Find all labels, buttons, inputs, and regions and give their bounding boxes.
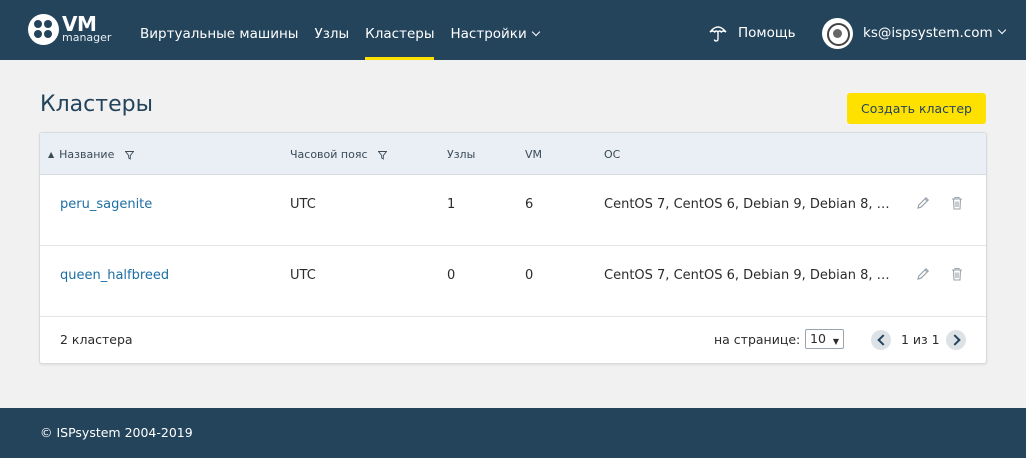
page-title: Кластеры — [40, 92, 153, 117]
column-name[interactable]: ▲ Название — [48, 148, 134, 161]
per-page-select[interactable]: 10 ▼ — [805, 329, 844, 349]
cluster-timezone: UTC — [290, 268, 316, 283]
filter-icon[interactable] — [378, 150, 388, 160]
logo-subtitle: manager — [62, 31, 112, 44]
column-timezone-label: Часовой пояс — [290, 148, 368, 161]
trash-icon[interactable] — [949, 195, 965, 211]
main-nav: Виртуальные машины Узлы Кластеры Настрой… — [140, 0, 555, 60]
nav-settings[interactable]: Настройки — [450, 0, 540, 60]
caret-down-icon: ▼ — [832, 337, 839, 346]
cluster-name-link[interactable]: peru_sagenite — [60, 197, 152, 212]
column-timezone[interactable]: Часовой пояс — [290, 148, 388, 161]
user-menu[interactable]: ks@ispsystem.com — [822, 17, 1006, 49]
umbrella-icon — [709, 26, 727, 42]
edit-icon[interactable] — [915, 195, 931, 211]
cluster-nodes: 1 — [447, 197, 456, 212]
help-link[interactable]: Помощь — [708, 22, 796, 44]
nav-clusters[interactable]: Кластеры — [365, 0, 435, 60]
per-page-label: на странице: — [714, 332, 801, 347]
table-footer: 2 кластера на странице: 10 ▼ 1 из 1 — [40, 317, 986, 363]
pagination-status: 1 из 1 — [901, 332, 940, 347]
create-cluster-button[interactable]: Создать кластер — [847, 93, 986, 124]
items-count: 2 кластера — [60, 332, 133, 347]
clusters-table: ▲ Название Часовой пояс Узлы VM ОС peru_s… — [39, 132, 987, 364]
cluster-vm: 6 — [525, 197, 534, 212]
logo-icon — [28, 14, 59, 45]
cluster-name-link[interactable]: queen_halfbreed — [60, 268, 169, 283]
per-page-value: 10 — [810, 331, 826, 346]
table-row[interactable]: peru_sagenite UTC 1 6 CentOS 7, CentOS 6… — [40, 175, 986, 246]
trash-icon[interactable] — [949, 266, 965, 282]
nav-settings-label: Настройки — [450, 26, 527, 42]
help-label: Помощь — [738, 25, 796, 41]
page-footer: © ISPsystem 2004-2019 — [0, 408, 1026, 458]
chevron-down-icon — [531, 27, 540, 37]
top-header: VM manager Виртуальные машины Узлы Класт… — [0, 0, 1026, 60]
user-email: ks@ispsystem.com — [863, 25, 993, 41]
cluster-timezone: UTC — [290, 197, 316, 212]
prev-page-button[interactable] — [871, 330, 891, 350]
column-vm[interactable]: VM — [525, 148, 542, 161]
vmmanager-logo[interactable]: VM manager — [28, 12, 118, 48]
table-header: ▲ Название Часовой пояс Узлы VM ОС — [40, 133, 986, 175]
table-row[interactable]: queen_halfbreed UTC 0 0 CentOS 7, CentOS… — [40, 246, 986, 317]
chevron-down-icon — [997, 25, 1006, 35]
sort-asc-icon: ▲ — [48, 150, 55, 159]
cluster-os: CentOS 7, CentOS 6, Debian 9, Debian 8, … — [604, 197, 894, 212]
edit-icon[interactable] — [915, 266, 931, 282]
filter-icon[interactable] — [124, 150, 134, 160]
nav-virtual-machines[interactable]: Виртуальные машины — [140, 0, 298, 60]
cluster-nodes: 0 — [447, 268, 456, 283]
column-nodes[interactable]: Узлы — [447, 148, 475, 161]
avatar — [822, 17, 853, 49]
cluster-os: CentOS 7, CentOS 6, Debian 9, Debian 8, … — [604, 268, 894, 283]
column-name-label: Название — [59, 148, 115, 161]
nav-nodes[interactable]: Узлы — [314, 0, 349, 60]
cluster-vm: 0 — [525, 268, 534, 283]
column-os[interactable]: ОС — [604, 148, 620, 161]
copyright: © ISPsystem 2004-2019 — [40, 425, 193, 440]
next-page-button[interactable] — [946, 330, 966, 350]
